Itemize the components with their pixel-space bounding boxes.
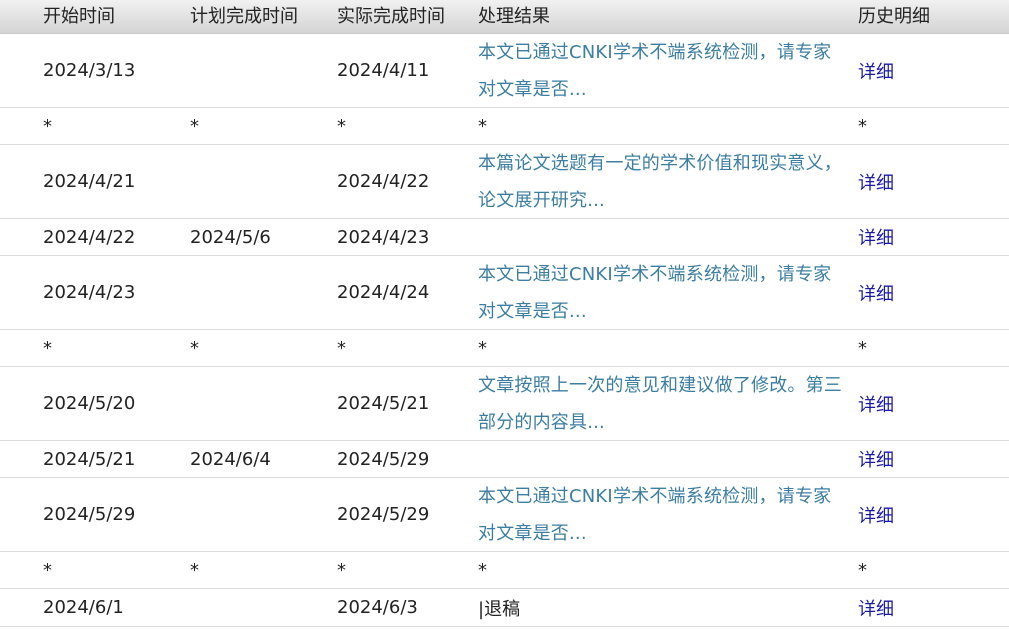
actual-completion-cell: 2024/5/21 — [337, 393, 430, 414]
planned-completion-cell: * — [190, 337, 199, 359]
table-row: 2024/6/1 2024/6/3 |退稿 详细 — [0, 589, 1009, 627]
detail-link[interactable]: 详细 — [858, 599, 894, 620]
result-cell: 本文已通过CNKI学术不端系统检测，请专家对文章是否... — [441, 34, 858, 108]
detail-link[interactable]: 详细 — [858, 395, 894, 416]
start-time-cell: 2024/5/29 — [43, 504, 136, 525]
detail-link[interactable]: 详细 — [858, 228, 894, 249]
history-cell: 详细 — [858, 280, 966, 306]
result-cell: 本文已通过CNKI学术不端系统检测，请专家对文章是否... — [441, 478, 858, 552]
result-cell: 本文已通过CNKI学术不端系统检测，请专家对文章是否... — [441, 256, 858, 330]
actual-completion-cell: * — [337, 115, 346, 137]
table-header: 开始时间 计划完成时间 实际完成时间 处理结果 历史明细 — [0, 0, 1009, 34]
history-cell: 详细 — [858, 169, 966, 195]
start-time-cell: 2024/5/20 — [43, 393, 136, 414]
start-time-cell: 2024/4/22 — [43, 226, 136, 248]
detail-link[interactable]: 详细 — [858, 173, 894, 194]
start-time-cell: * — [43, 115, 52, 137]
column-header-actual-completion: 实际完成时间 — [337, 6, 445, 27]
detail-link[interactable]: 详细 — [858, 506, 894, 527]
start-time-cell: * — [43, 337, 52, 359]
start-time-cell: 2024/4/21 — [43, 171, 136, 192]
actual-completion-cell: 2024/5/29 — [337, 504, 430, 525]
history-cell: 详细 — [858, 595, 966, 621]
actual-completion-cell: * — [337, 559, 346, 581]
actual-completion-cell: 2024/4/11 — [337, 60, 430, 81]
table-row: 2024/5/20 2024/5/21 文章按照上一次的意见和建议做了修改。第三… — [0, 367, 1009, 441]
table-row: 2024/5/29 2024/5/29 本文已通过CNKI学术不端系统检测，请专… — [0, 478, 1009, 552]
result-text-link[interactable]: 本文已通过CNKI学术不端系统检测，请专家对文章是否... — [478, 256, 844, 330]
column-header-start-time: 开始时间 — [43, 6, 115, 27]
result-text-link[interactable]: 本篇论文选题有一定的学术价值和现实意义，论文展开研究... — [478, 145, 844, 219]
column-header-result: 处理结果 — [478, 6, 550, 27]
table-row: 2024/4/22 2024/5/6 2024/4/23 详细 — [0, 219, 1009, 256]
history-cell: 详细 — [858, 58, 966, 84]
planned-completion-cell: * — [190, 115, 199, 137]
table-row: 2024/3/13 2024/4/11 本文已通过CNKI学术不端系统检测，请专… — [0, 34, 1009, 108]
start-time-cell: * — [43, 559, 52, 581]
history-cell: 详细 — [858, 446, 966, 472]
actual-completion-cell: 2024/5/29 — [337, 448, 430, 470]
table-row: 2024/4/21 2024/4/22 本篇论文选题有一定的学术价值和现实意义，… — [0, 145, 1009, 219]
history-cell: 详细 — [858, 502, 966, 528]
history-cell: 详细 — [858, 391, 966, 417]
result-text-link[interactable]: 本文已通过CNKI学术不端系统检测，请专家对文章是否... — [478, 34, 844, 108]
history-cell: * — [858, 115, 867, 137]
result-cell: * — [478, 559, 487, 581]
actual-completion-cell: 2024/4/24 — [337, 282, 430, 303]
actual-completion-cell: 2024/6/3 — [337, 597, 418, 618]
table-row: * * * * * — [0, 552, 1009, 589]
column-header-history: 历史明细 — [858, 6, 930, 27]
actual-completion-cell: 2024/4/23 — [337, 226, 430, 248]
planned-completion-cell: 2024/5/6 — [190, 226, 271, 248]
detail-link[interactable]: 详细 — [858, 62, 894, 83]
planned-completion-cell: * — [190, 559, 199, 581]
result-cell: |退稿 — [478, 598, 521, 620]
detail-link[interactable]: 详细 — [858, 284, 894, 305]
table-row: 2024/5/21 2024/6/4 2024/5/29 详细 — [0, 441, 1009, 478]
column-header-planned-completion: 计划完成时间 — [190, 6, 298, 27]
table-row: * * * * * — [0, 108, 1009, 145]
result-text-link[interactable]: 文章按照上一次的意见和建议做了修改。第三部分的内容具... — [478, 367, 844, 441]
history-cell: * — [858, 337, 867, 359]
history-cell: 详细 — [858, 224, 966, 250]
detail-link[interactable]: 详细 — [858, 450, 894, 471]
result-text-link[interactable]: 本文已通过CNKI学术不端系统检测，请专家对文章是否... — [478, 478, 844, 552]
history-cell: * — [858, 559, 867, 581]
actual-completion-cell: 2024/4/22 — [337, 171, 430, 192]
result-cell: 文章按照上一次的意见和建议做了修改。第三部分的内容具... — [441, 367, 858, 441]
start-time-cell: 2024/3/13 — [43, 60, 136, 81]
start-time-cell: 2024/5/21 — [43, 448, 136, 470]
table-row: * * * * * — [0, 330, 1009, 367]
result-cell: * — [478, 115, 487, 137]
review-history-table: 开始时间 计划完成时间 实际完成时间 处理结果 历史明细 2024/3/13 2… — [0, 0, 1009, 627]
start-time-cell: 2024/6/1 — [43, 597, 124, 618]
result-cell: * — [478, 337, 487, 359]
result-cell: 本篇论文选题有一定的学术价值和现实意义，论文展开研究... — [441, 145, 858, 219]
start-time-cell: 2024/4/23 — [43, 282, 136, 303]
actual-completion-cell: * — [337, 337, 346, 359]
table-row: 2024/4/23 2024/4/24 本文已通过CNKI学术不端系统检测，请专… — [0, 256, 1009, 330]
planned-completion-cell: 2024/6/4 — [190, 448, 271, 470]
